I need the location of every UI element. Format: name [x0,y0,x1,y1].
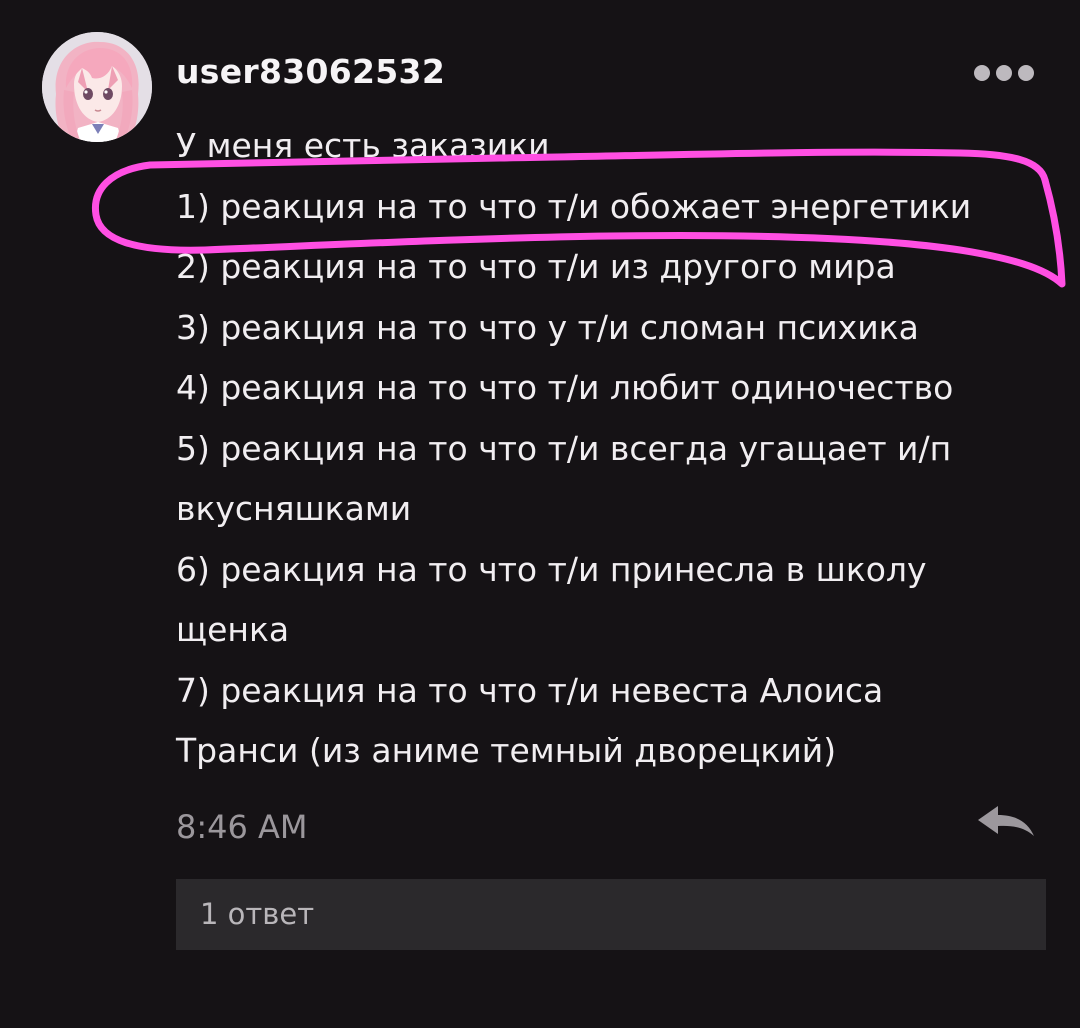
anime-avatar-icon [42,32,152,142]
comment-card: user83062532 У меня есть заказики 1) реа… [0,0,1080,1028]
comment-line: 6) реакция на то что т/и принесла в школ… [176,549,927,589]
comment-line: 7) реакция на то что т/и невеста Алоиса [176,670,884,710]
comment-line: 2) реакция на то что т/и из другого мира [176,247,896,286]
comment-line: 4) реакция на то что т/и любит одиночест… [176,368,954,407]
reply-button[interactable] [968,800,1044,846]
user-avatar[interactable] [42,32,152,142]
comment-line: вкусняшками [176,489,412,528]
comment-line: 1) реакция на то что т/и обожает энергет… [176,186,972,226]
reply-arrow-icon [978,806,1034,836]
comment-line: щенка [176,610,290,649]
comment-line: 3) реакция на то что у т/и сломан психик… [176,307,919,347]
comment-line: У меня есть заказики [176,126,550,165]
comment-line: 5) реакция на то что т/и всегда угащает … [176,428,952,468]
more-options-icon [974,65,1034,81]
replies-count-label: 1 ответ [200,897,315,931]
comment-username[interactable]: user83062532 [176,52,445,91]
view-replies-button[interactable]: 1 ответ [176,879,1046,950]
comment-timestamp: 8:46 AM [176,808,308,846]
more-options-button[interactable] [966,56,1042,90]
comment-text: У меня есть заказики 1) реакция на то чт… [176,116,1056,782]
comment-line: Транси (из аниме темный дворецкий) [176,731,837,770]
